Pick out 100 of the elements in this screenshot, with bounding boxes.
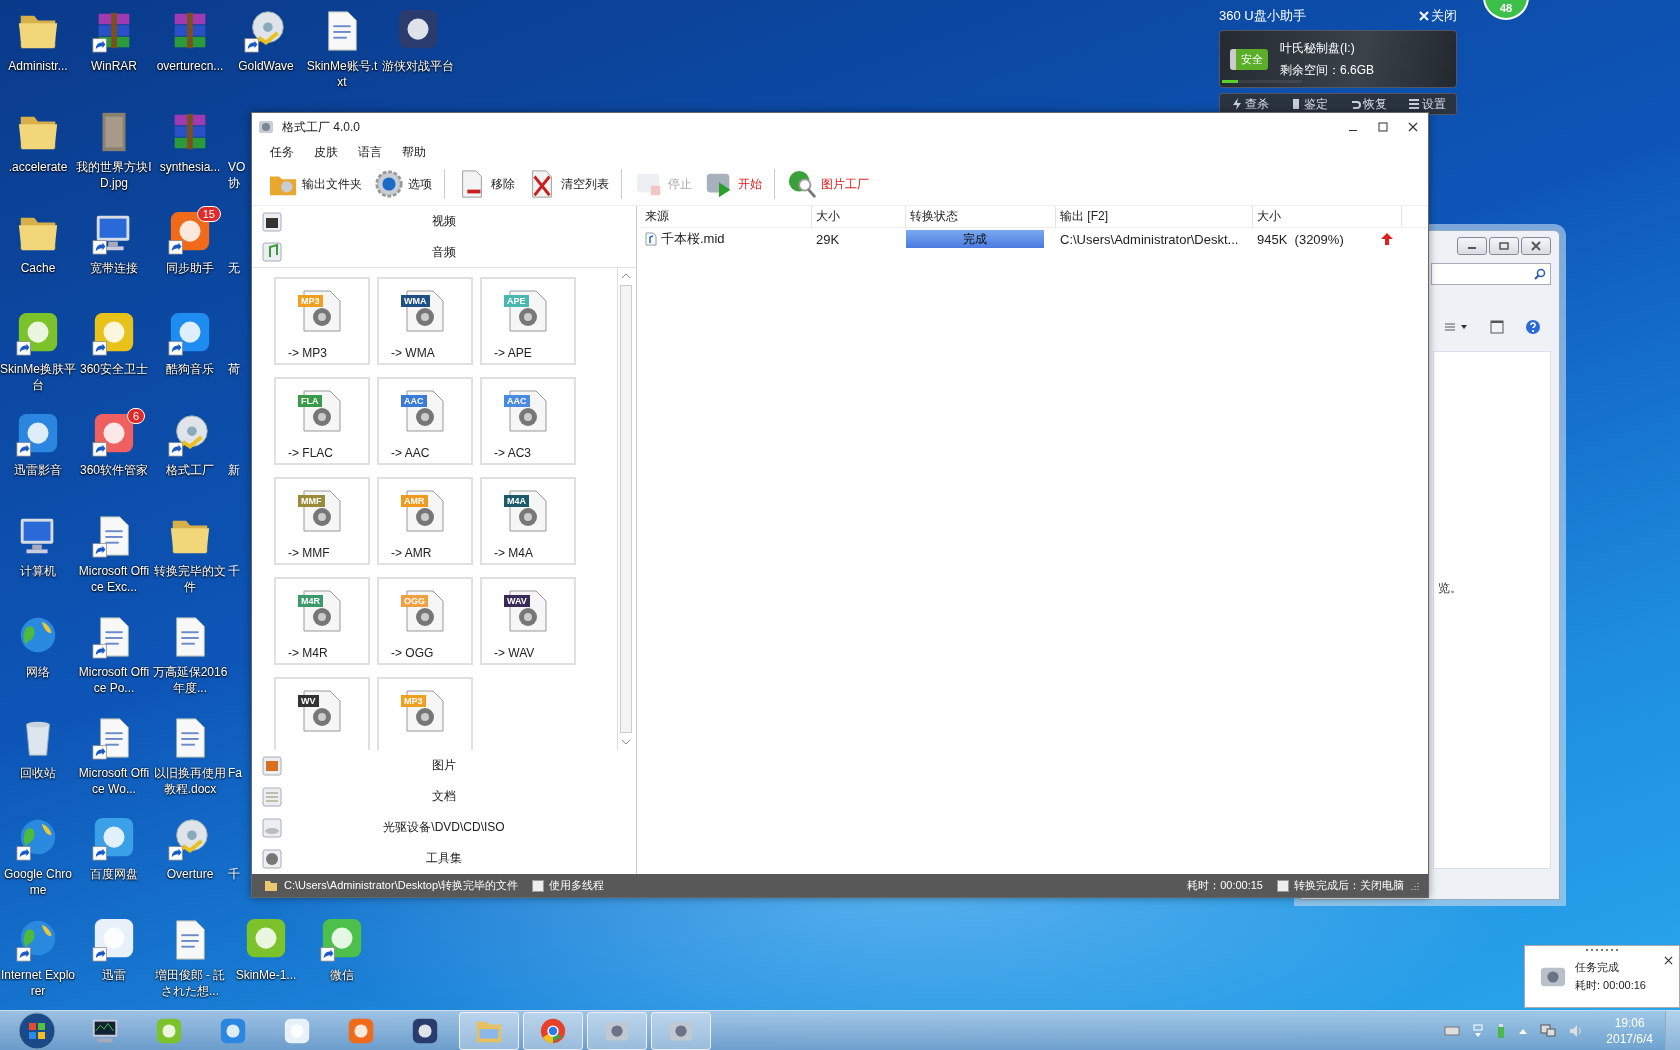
toolbar-button[interactable]: 图片工厂 — [783, 169, 873, 199]
start-button[interactable] — [17, 1011, 57, 1050]
desktop-icon-label[interactable]: 无 — [228, 260, 250, 276]
category-header[interactable]: 视频 — [252, 206, 636, 237]
search-field[interactable] — [1431, 263, 1551, 285]
desktop-icon-label[interactable]: 荷 — [228, 361, 250, 377]
format-tile[interactable]: WV — [274, 677, 370, 750]
desktop-icon-label[interactable]: 宽带连接 — [76, 260, 152, 276]
view-menu-icon[interactable] — [1445, 322, 1470, 332]
maximize-icon[interactable] — [1378, 122, 1388, 132]
toolbar-button[interactable]: 输出文件夹 — [264, 169, 366, 199]
maximize-button[interactable] — [1489, 237, 1519, 255]
desktop-icon-label[interactable]: Overture — [152, 866, 228, 882]
desktop-icon-label[interactable]: Cache — [0, 260, 76, 276]
menu-item[interactable]: 任务 — [270, 143, 294, 161]
column-header[interactable]: 大小 — [1253, 206, 1402, 227]
desktop-icon-label[interactable]: 网络 — [0, 664, 76, 680]
desktop-icon-label[interactable]: 新 — [228, 462, 250, 478]
menu-item[interactable]: 语言 — [358, 143, 382, 161]
desktop-icon-label[interactable]: .accelerate — [0, 159, 76, 175]
preview-pane-icon[interactable] — [1490, 320, 1504, 334]
column-header[interactable]: 大小 — [812, 206, 906, 227]
category-header[interactable]: 音频 — [252, 237, 636, 268]
column-header[interactable]: 来源 — [641, 206, 812, 227]
close-icon[interactable] — [1408, 122, 1418, 132]
category-header[interactable]: 文档 — [252, 781, 636, 812]
menu-item[interactable]: 帮助 — [402, 143, 426, 161]
widget-button[interactable]: 设置 — [1405, 95, 1448, 113]
desktop-icon-label[interactable]: 増田俊郎 - 託された想... — [152, 967, 228, 999]
scroll-up-icon[interactable] — [621, 271, 631, 281]
category-header[interactable]: 工具集 — [252, 843, 636, 874]
desktop-icon-label[interactable]: overturecn... — [152, 58, 228, 74]
desktop-icon-label[interactable]: Microsoft Office Po... — [76, 664, 152, 696]
format-tile[interactable]: APE -> APE — [480, 277, 576, 365]
format-tile[interactable]: MMF -> MMF — [274, 477, 370, 565]
desktop-icon-label[interactable]: SkinMe账号.txt — [304, 58, 380, 90]
desktop-icon-label[interactable]: Internet Explorer — [0, 967, 76, 999]
widget-button[interactable]: 查杀 — [1228, 95, 1271, 113]
desktop-icon-label[interactable]: synthesia... — [152, 159, 228, 175]
desktop-icon-label[interactable]: 我的世界方块ID.jpg — [76, 159, 152, 191]
desktop-icon-label[interactable]: 游侠对战平台 — [380, 58, 456, 74]
network-icon[interactable] — [1540, 1023, 1557, 1039]
close-button[interactable] — [1521, 237, 1551, 255]
desktop-icon-label[interactable]: 转换完毕的文件 — [152, 563, 228, 595]
toolbar-button[interactable]: 选项 — [370, 169, 436, 199]
minimize-button[interactable] — [1457, 237, 1487, 255]
toolbar-button[interactable]: 开始 — [700, 169, 766, 199]
desktop-icon-label[interactable]: 酷狗音乐 — [152, 361, 228, 377]
close-icon[interactable] — [1664, 956, 1673, 965]
checkbox-label[interactable]: 使用多线程 — [549, 878, 605, 893]
widget-button[interactable]: 鉴定 — [1287, 95, 1330, 113]
desktop-icon-label[interactable]: Microsoft Office Wo... — [76, 765, 152, 797]
column-header[interactable]: 输出 [F2] — [1056, 206, 1253, 227]
desktop-icon-label[interactable]: 格式工厂 — [152, 462, 228, 478]
resize-grip-icon[interactable] — [1410, 880, 1420, 891]
desktop-icon-label[interactable]: WinRAR — [76, 58, 152, 74]
desktop-icon-label[interactable]: 万高延保2016年度... — [152, 664, 228, 696]
desktop-icon-label[interactable]: SkinMe换肤平台 — [0, 361, 76, 393]
desktop-icon-label[interactable]: VO 协 — [228, 159, 250, 191]
desktop-icon-label[interactable]: 360安全卫士 — [76, 361, 152, 377]
format-tile[interactable]: AAC -> AAC — [377, 377, 473, 465]
desktop-icon-label[interactable]: 微信 — [304, 967, 380, 983]
desktop-icon-label[interactable]: Google Chrome — [0, 866, 76, 898]
desktop-icon-label[interactable]: 同步助手 — [152, 260, 228, 276]
category-header[interactable]: 光驱设备\DVD\CD\ISO — [252, 812, 636, 843]
widget-button[interactable]: 恢复 — [1346, 95, 1389, 113]
close-button[interactable]: 关闭 — [1419, 7, 1457, 25]
desktop-icon-label[interactable]: 回收站 — [0, 765, 76, 781]
format-tile[interactable]: AMR -> AMR — [377, 477, 473, 565]
drag-handle-icon[interactable] — [1585, 948, 1621, 952]
checkbox-label[interactable]: 转换完成后：关闭电脑 — [1294, 878, 1404, 893]
window-switch-icon[interactable] — [1472, 1024, 1485, 1038]
desktop-icon-label[interactable]: Fa — [228, 765, 250, 781]
desktop-icon-label[interactable]: GoldWave — [228, 58, 304, 74]
format-tile[interactable]: M4A -> M4A — [480, 477, 576, 565]
desktop-icon-label[interactable]: 千 — [228, 866, 250, 882]
desktop-icon-label[interactable]: 百度网盘 — [76, 866, 152, 882]
scroll-down-icon[interactable] — [621, 737, 631, 747]
scrollbar[interactable] — [617, 268, 634, 750]
category-header[interactable]: 图片 — [252, 750, 636, 781]
desktop-icon-label[interactable]: 千 — [228, 563, 250, 579]
checkbox[interactable] — [532, 879, 545, 892]
desktop-icon-label[interactable]: 计算机 — [0, 563, 76, 579]
format-tile[interactable]: OGG -> OGG — [377, 577, 473, 665]
toolbar-button[interactable]: 清空列表 — [523, 169, 613, 199]
desktop-icon-label[interactable]: 迅雷 — [76, 967, 152, 983]
format-tile[interactable]: M4R -> M4R — [274, 577, 370, 665]
desktop-icon-label[interactable]: 360软件管家 — [76, 462, 152, 478]
toolbar-button[interactable]: 移除 — [453, 169, 519, 199]
format-tile[interactable]: MP3 -> MP3 — [274, 277, 370, 365]
format-tile[interactable]: WMA -> WMA — [377, 277, 473, 365]
desktop-icon-label[interactable]: SkinMe-1... — [228, 967, 304, 983]
desktop-icon-label[interactable]: Administr... — [0, 58, 76, 74]
menu-item[interactable]: 皮肤 — [314, 143, 338, 161]
desktop-icon-label[interactable]: Microsoft Office Exc... — [76, 563, 152, 595]
checkbox[interactable] — [1277, 879, 1289, 892]
format-tile[interactable]: AAC -> AC3 — [480, 377, 576, 465]
desktop-icon-label[interactable]: 以旧换再使用教程.docx — [152, 765, 228, 797]
column-header[interactable]: 转换状态 — [906, 206, 1056, 227]
desktop-icon-label[interactable]: 迅雷影音 — [0, 462, 76, 478]
